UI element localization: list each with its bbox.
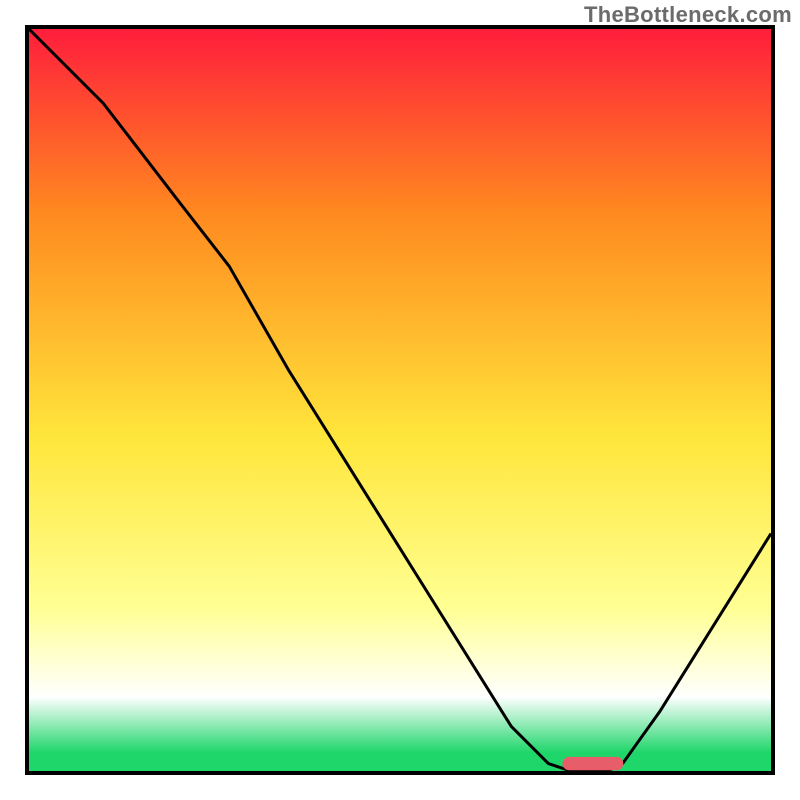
watermark: TheBottleneck.com xyxy=(584,2,792,28)
gradient-background xyxy=(29,29,771,771)
plot-area xyxy=(25,25,775,775)
chart-container: TheBottleneck.com xyxy=(0,0,800,800)
